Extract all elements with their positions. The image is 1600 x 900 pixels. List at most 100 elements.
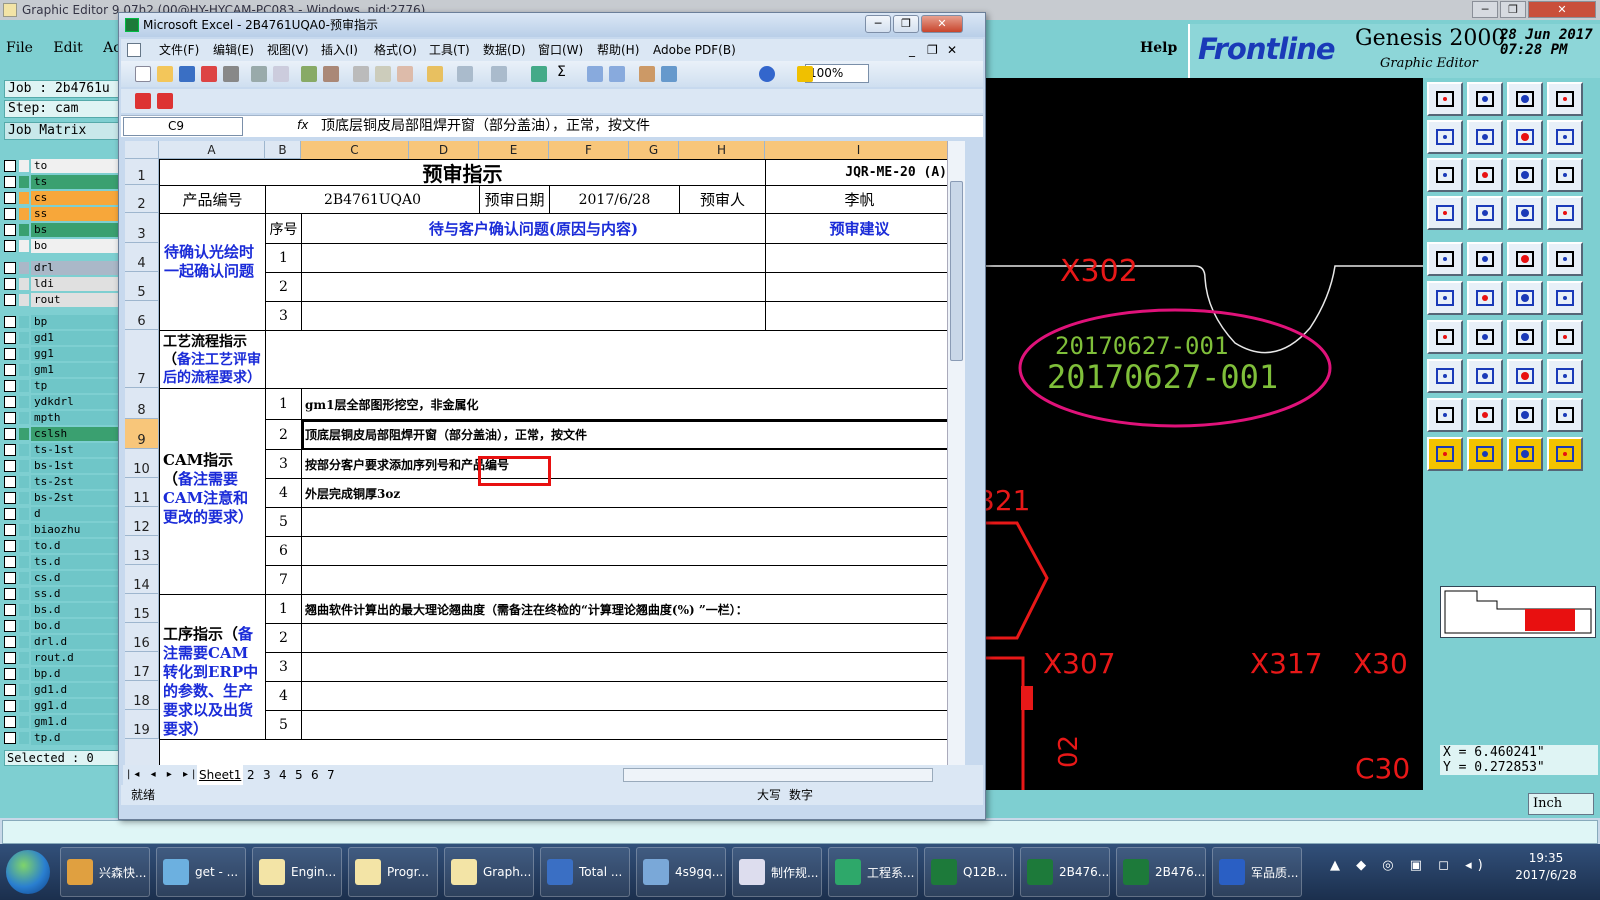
- taskbar-item[interactable]: 军品质...: [1212, 847, 1302, 897]
- confirm-seq-3[interactable]: 3: [266, 302, 302, 331]
- proc-label[interactable]: 工序指示（备注需要CAM转化到ERP中的参数、生产要求以及出货要求）: [160, 595, 266, 740]
- confirm-header[interactable]: 待与客户确认问题(原因与内容): [302, 214, 766, 244]
- layer-row[interactable]: bs: [4, 222, 121, 238]
- convert-pdf-icon[interactable]: [135, 93, 151, 109]
- row-header-19[interactable]: 19: [125, 710, 159, 739]
- layer-checkbox[interactable]: [4, 208, 16, 220]
- layer-row[interactable]: ss.d: [4, 586, 121, 602]
- graphic-canvas[interactable]: X302 20170627-001 20170627-001 321 X307 …: [985, 78, 1423, 790]
- review-date[interactable]: 2017/6/28: [550, 186, 680, 214]
- layer-row[interactable]: gg1.d: [4, 698, 121, 714]
- layer-row[interactable]: bp.d: [4, 666, 121, 682]
- snap-icon[interactable]: [1507, 196, 1543, 230]
- layer-name[interactable]: to.d: [31, 539, 121, 553]
- taskbar-item[interactable]: Progr...: [348, 847, 438, 897]
- autosum-icon[interactable]: Σ: [557, 64, 573, 80]
- row-header-14[interactable]: 14: [125, 565, 159, 594]
- formula-input[interactable]: 顶底层铜皮局部阻焊开窗（部分盖油），正常，按文件: [321, 117, 650, 136]
- taskbar-item[interactable]: 4s9gq...: [636, 847, 726, 897]
- cam-seq-2[interactable]: 2: [266, 420, 302, 450]
- layer-checkbox[interactable]: [4, 508, 16, 520]
- close-button[interactable]: ✕: [1528, 1, 1596, 18]
- process-label[interactable]: 工艺流程指示（备注工艺评审后的流程要求）: [160, 331, 266, 389]
- confirm-suggest-2[interactable]: [766, 273, 947, 302]
- cut-icon[interactable]: [353, 66, 369, 82]
- sheet-tab-4[interactable]: 4: [279, 765, 287, 785]
- menu-file[interactable]: File: [6, 40, 33, 56]
- menu-edit-cn[interactable]: 编辑(E): [213, 39, 254, 61]
- row-header-12[interactable]: 12: [125, 507, 159, 536]
- reviewer-label[interactable]: 预审人: [680, 186, 766, 214]
- layer-name[interactable]: rout: [31, 293, 121, 307]
- column-header-D[interactable]: D: [409, 141, 479, 159]
- layer-checkbox[interactable]: [4, 492, 16, 504]
- pointer-icon[interactable]: [1427, 437, 1463, 471]
- email-icon[interactable]: [223, 66, 239, 82]
- proc-seq-2[interactable]: 2: [266, 624, 302, 653]
- layer-row[interactable]: tp: [4, 378, 121, 394]
- column-header-A[interactable]: A: [159, 141, 265, 159]
- doc-restore-button[interactable]: ❐: [927, 39, 938, 61]
- zoom-out-icon[interactable]: [1467, 120, 1503, 154]
- triangle2-icon[interactable]: [1467, 398, 1503, 432]
- menu-file-cn[interactable]: 文件(F): [159, 39, 199, 61]
- layer-row[interactable]: to: [4, 158, 121, 174]
- row-header-7[interactable]: 7: [125, 330, 159, 388]
- layer-name[interactable]: ts-1st: [31, 443, 121, 457]
- drawing-icon[interactable]: [661, 66, 677, 82]
- save-icon[interactable]: [179, 66, 195, 82]
- spreadsheet-grid[interactable]: ABCDEFGHI 1 2 3 4 5 6 7 8 9 10 11 12 13 14 15 16 17 18 19 …: [125, 141, 947, 765]
- column-header-H[interactable]: H: [679, 141, 765, 159]
- name-box[interactable]: C9: [123, 117, 243, 136]
- layer-row[interactable]: drl.d: [4, 634, 121, 650]
- fill-color-icon[interactable]: [797, 66, 813, 82]
- taskbar-item[interactable]: get - ...: [156, 847, 246, 897]
- new-icon[interactable]: [135, 66, 151, 82]
- layer-row[interactable]: rout.d: [4, 650, 121, 666]
- review-date-label[interactable]: 预审日期: [480, 186, 550, 214]
- layer-checkbox[interactable]: [4, 572, 16, 584]
- tab-nav-arrows[interactable]: |◂ ◂ ▸ ▸|: [127, 765, 199, 785]
- resize-icon[interactable]: [1507, 359, 1543, 393]
- layer-name[interactable]: bs: [31, 223, 121, 237]
- layer-row[interactable]: d: [4, 506, 121, 522]
- row-header-15[interactable]: 15: [125, 594, 159, 623]
- line-icon[interactable]: [1507, 281, 1543, 315]
- cam-seq-1[interactable]: 1: [266, 389, 302, 420]
- layer-checkbox[interactable]: [4, 294, 16, 306]
- help-icon[interactable]: [759, 66, 775, 82]
- layer-name[interactable]: cslsh: [31, 427, 121, 441]
- format-painter-icon[interactable]: [427, 66, 443, 82]
- layer-name[interactable]: mpth: [31, 411, 121, 425]
- sheet-tab-6[interactable]: 6: [311, 765, 319, 785]
- row-header-9[interactable]: 9: [125, 419, 159, 449]
- zoom-in-icon[interactable]: [1427, 120, 1463, 154]
- layer-name[interactable]: gg1: [31, 347, 121, 361]
- layer-checkbox[interactable]: [4, 668, 16, 680]
- layer-name[interactable]: gm1.d: [31, 715, 121, 729]
- job-matrix-button[interactable]: Job Matrix: [4, 122, 121, 140]
- layer-checkbox[interactable]: [4, 412, 16, 424]
- pointer2-icon[interactable]: [1467, 437, 1503, 471]
- layer-row[interactable]: ss: [4, 206, 121, 222]
- layer-row[interactable]: bo.d: [4, 618, 121, 634]
- layer-name[interactable]: ss.d: [31, 587, 121, 601]
- layer-name[interactable]: bs-1st: [31, 459, 121, 473]
- sheet-tab-5[interactable]: 5: [295, 765, 303, 785]
- vertical-scrollbar[interactable]: [947, 141, 965, 765]
- ruler-icon[interactable]: [1507, 242, 1543, 276]
- product-no[interactable]: 2B4761UQA0: [266, 186, 480, 214]
- preview-icon[interactable]: [273, 66, 289, 82]
- layer-name[interactable]: ts.d: [31, 555, 121, 569]
- cam-seq-4[interactable]: 4: [266, 479, 302, 508]
- copy-tool-icon[interactable]: [1547, 359, 1583, 393]
- layer-row[interactable]: mpth: [4, 410, 121, 426]
- paste-icon[interactable]: [397, 66, 413, 82]
- layer-checkbox[interactable]: [4, 460, 16, 472]
- layer-checkbox[interactable]: [4, 684, 16, 696]
- layer-checkbox[interactable]: [4, 652, 16, 664]
- cam-item-5[interactable]: [302, 508, 947, 537]
- hyperlink-icon[interactable]: [531, 66, 547, 82]
- cam-item-1[interactable]: gm1层全部图形挖空，非金属化: [302, 389, 947, 420]
- layer-name[interactable]: gm1: [31, 363, 121, 377]
